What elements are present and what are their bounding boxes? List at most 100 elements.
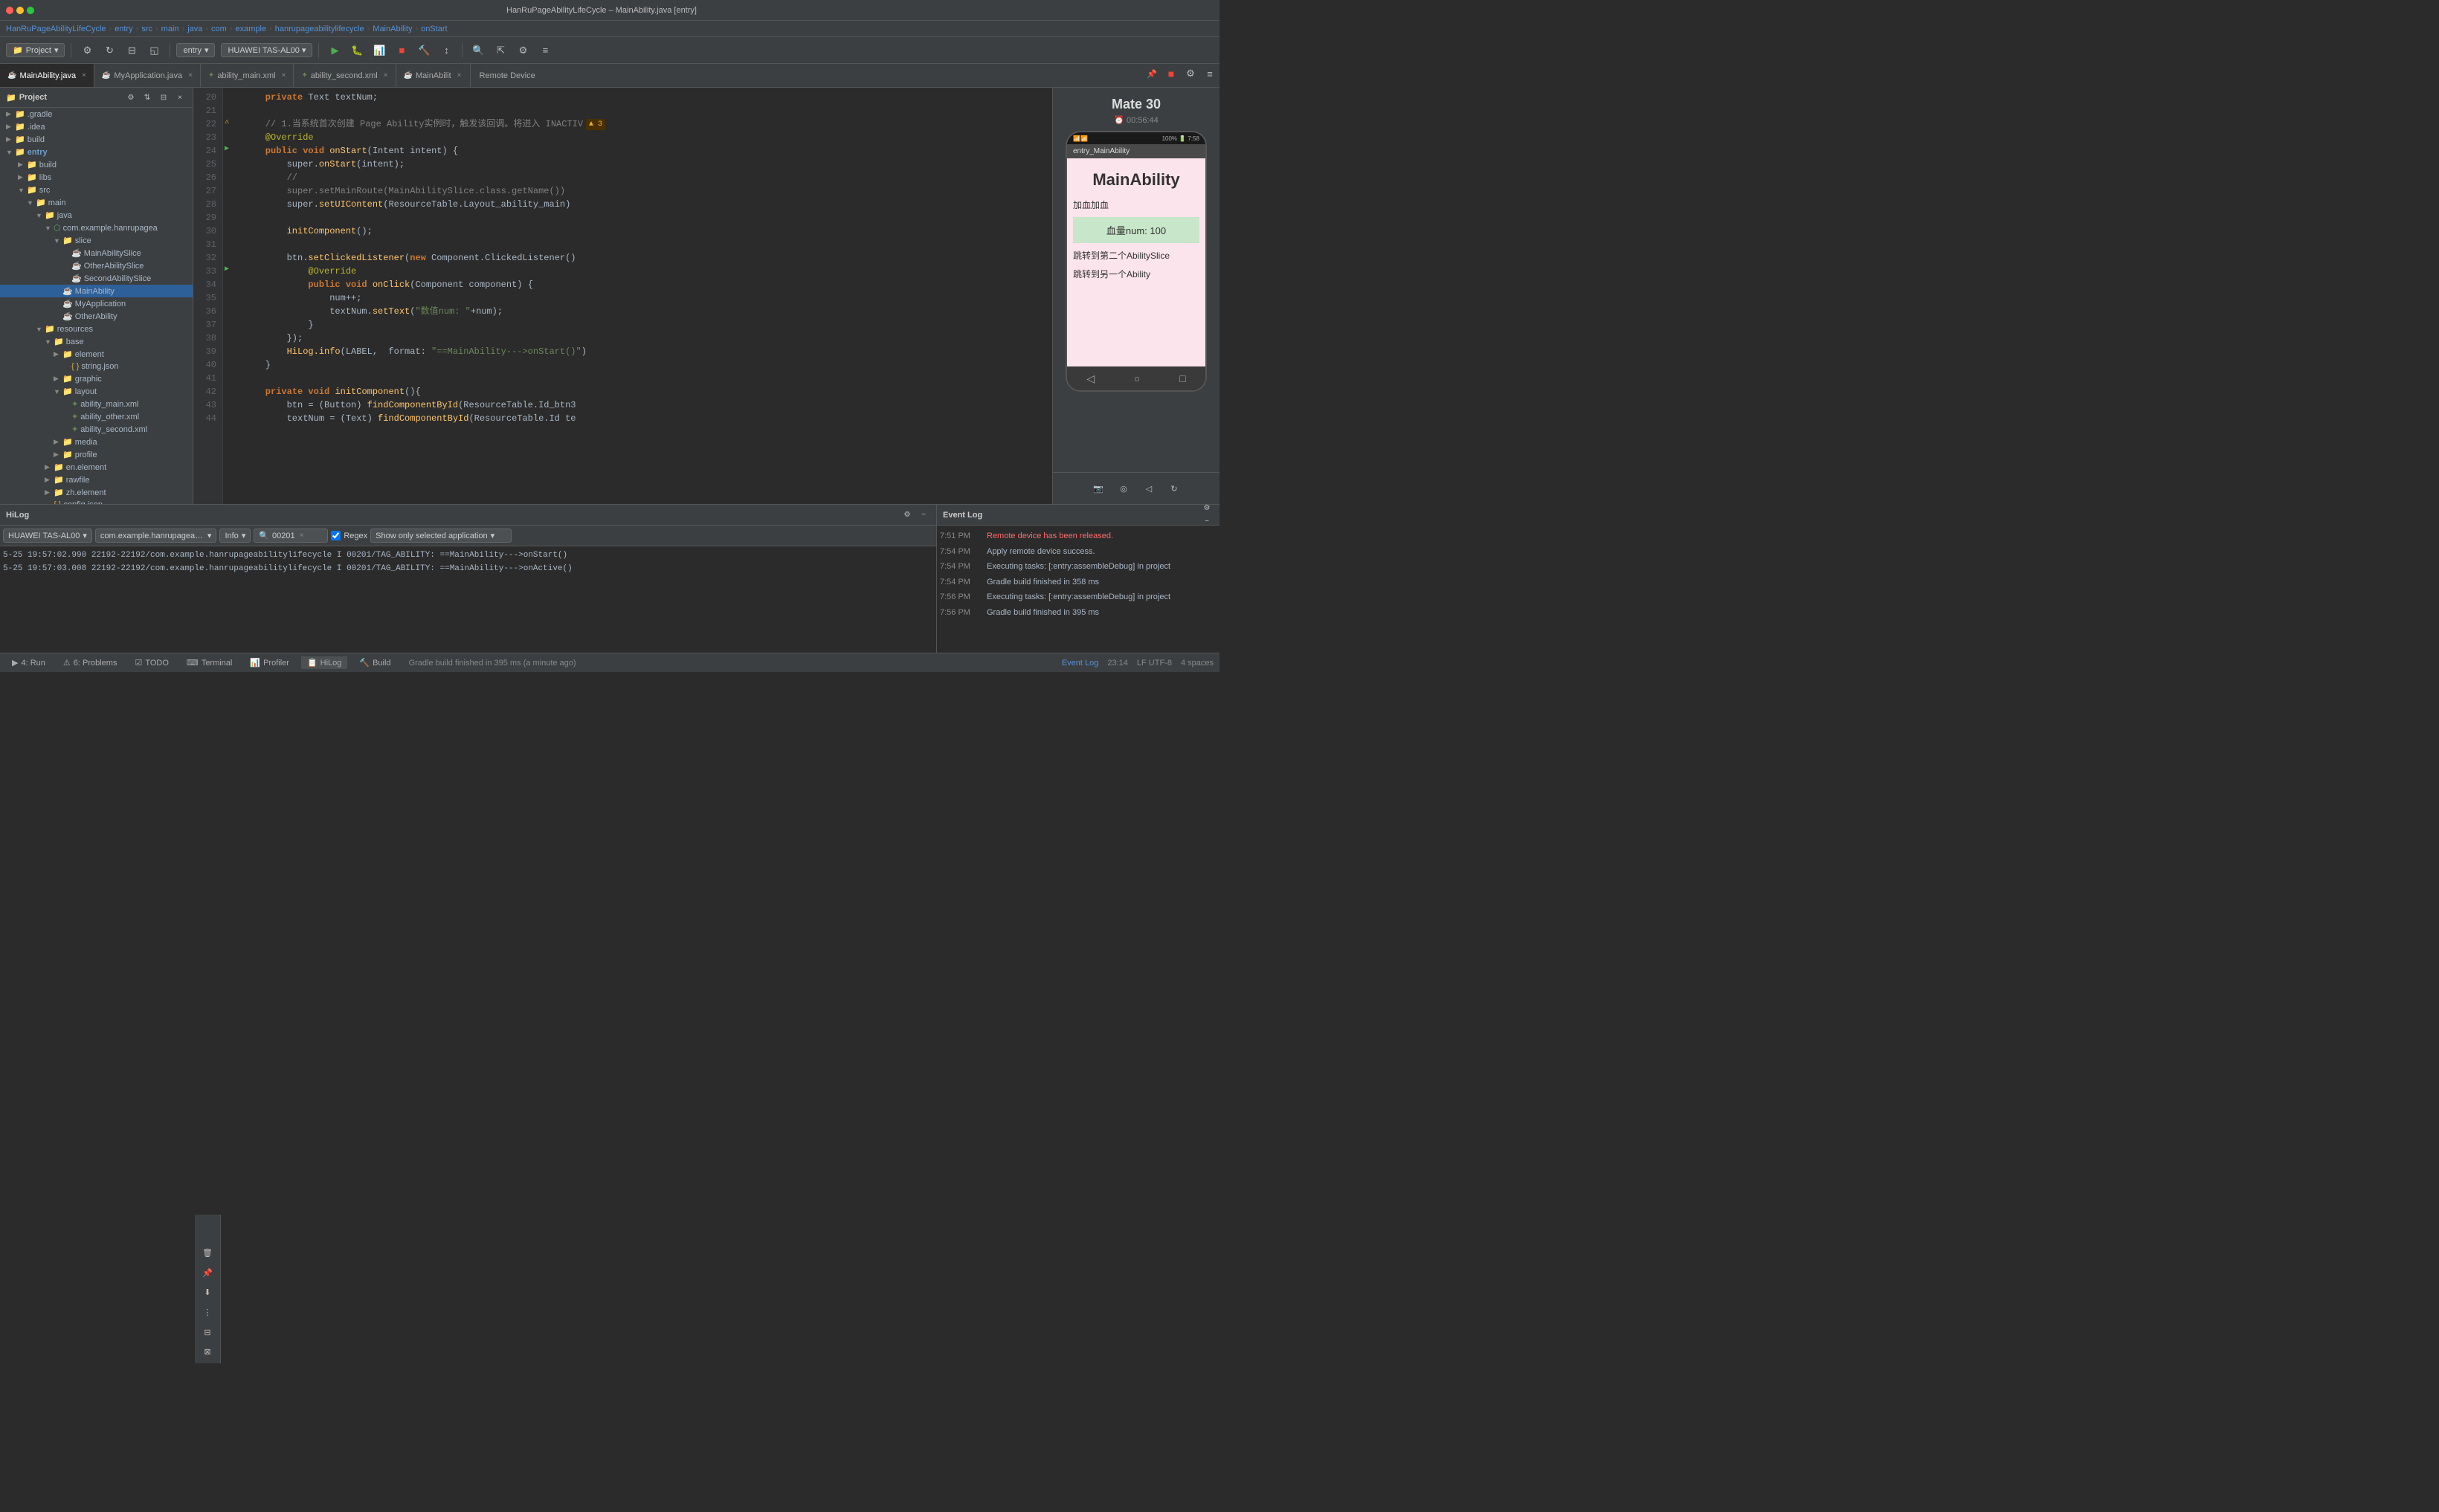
hilog-search-box[interactable]: 🔍 00201 × [254,529,328,543]
sidebar-close-button[interactable]: × [173,91,187,104]
maximize-button[interactable] [27,7,34,14]
tree-item-rawfile[interactable]: ▶ 📁 rawfile [0,474,193,486]
statusbar-event-log[interactable]: Event Log [1062,659,1099,668]
sidebar-collapse-button[interactable]: ⊟ [157,91,170,104]
tab-mainabilit[interactable]: ☕ MainAbilit × [396,64,471,87]
close-button[interactable] [6,7,13,14]
tab-ability-second-xml[interactable]: ✦ ability_second.xml × [294,64,396,87]
event-log-content[interactable]: 7:51 PM Remote device has been released.… [937,526,1220,653]
tree-item-idea[interactable]: ▶ 📁 .idea [0,120,193,133]
hilog-package-select[interactable]: com.example.hanrupageabilitylifecycli ▾ [95,529,217,543]
tree-item-slice[interactable]: ▼ 📁 slice [0,234,193,247]
hilog-wrap-button[interactable]: ⊠ [198,1343,217,1360]
tab-myapplication-java[interactable]: ☕ MyApplication.java × [94,64,201,87]
run-button[interactable]: ▶ [325,41,344,60]
breadcrumb-item[interactable]: main [161,25,179,33]
statusbar-terminal-tab[interactable]: ⌨ Terminal [181,656,238,669]
statusbar-profiler-tab[interactable]: 📊 Profiler [244,656,295,669]
tree-item-otherabilityslice[interactable]: ☕ OtherAbilitySlice [0,259,193,272]
pin-tab-button[interactable]: 📌 [1142,64,1161,83]
tree-item-main[interactable]: ▼ 📁 main [0,196,193,209]
more-tabs-button[interactable]: ≡ [1200,64,1220,83]
hilog-format-button[interactable]: ⊟ [198,1324,217,1341]
settings-tab-button[interactable]: ⚙ [1181,64,1200,83]
breadcrumb-item[interactable]: example [236,25,267,33]
tab-remote-device[interactable]: Remote Device [471,64,544,87]
breadcrumb-item[interactable]: java [187,25,202,33]
config-button[interactable]: ⚙ [513,41,532,60]
entry-selector[interactable]: entry ▾ [176,43,215,57]
device-selector[interactable]: HUAWEI TAS-AL00 ▾ [221,43,312,57]
more-button[interactable]: ≡ [535,41,555,60]
breadcrumb-item[interactable]: com [211,25,227,33]
statusbar-hilog-tab[interactable]: 📋 HiLog [301,656,347,669]
search-files-button[interactable]: 🔍 [468,41,488,60]
tree-item-zh-element[interactable]: ▶ 📁 zh.element [0,486,193,499]
project-selector[interactable]: 📁 Project ▾ [6,43,65,57]
sync-button[interactable]: ↻ [100,41,119,60]
statusbar-build-tab[interactable]: 🔨 Build [353,656,396,669]
tree-item-otherability[interactable]: ☕ OtherAbility [0,310,193,323]
settings-button[interactable]: ⊟ [122,41,141,60]
tree-item-base[interactable]: ▼ 📁 base [0,335,193,348]
tree-item-mainability[interactable]: ☕ MainAbility [0,285,193,297]
sync-project-button[interactable]: ↕ [436,41,456,60]
breadcrumb-item[interactable]: src [141,25,152,33]
tree-item-package[interactable]: ▼ ⬡ com.example.hanrupagea [0,222,193,234]
tree-item-string-json[interactable]: { } string.json [0,361,193,372]
debug-button[interactable]: 🐛 [347,41,367,60]
tree-item-myapplication[interactable]: ☕ MyApplication [0,297,193,310]
tab-close-icon[interactable]: × [282,71,286,80]
tree-item-build[interactable]: ▶ 📁 build [0,158,193,171]
tree-item-config-json[interactable]: { } config.json [0,499,193,504]
phone-back-button[interactable]: ◁ [1086,372,1095,385]
code-content[interactable]: 20 21 22 23 24 25 26 27 28 29 30 31 32 3… [193,88,1052,504]
device-screenshot-button[interactable]: 📷 [1089,479,1108,498]
profile-button[interactable]: 📊 [370,41,389,60]
statusbar-problems-tab[interactable]: ⚠ 6: Problems [57,656,123,669]
expand-button[interactable]: ⇱ [491,41,510,60]
tab-close-icon[interactable]: × [457,71,462,80]
hilog-regex-checkbox[interactable] [331,531,341,540]
device-target-button[interactable]: ◎ [1114,479,1133,498]
statusbar-run-tab[interactable]: ▶ 4: Run [6,656,51,669]
tree-item-en-element[interactable]: ▶ 📁 en.element [0,461,193,474]
hilog-content[interactable]: 5-25 19:57:02.990 22192-22192/com.exampl… [0,546,936,653]
hilog-pin-button[interactable]: 📌 [198,1264,217,1282]
tree-item-media[interactable]: ▶ 📁 media [0,436,193,448]
hilog-device-select[interactable]: HUAWEI TAS-AL00 ▾ [3,529,92,543]
hilog-clear-button[interactable]: 🗑 [198,1244,217,1261]
tree-item-ability-second-xml[interactable]: ✦ ability_second.xml [0,423,193,436]
hilog-scroll-button[interactable]: ⬇ [198,1284,217,1301]
hilog-settings-button[interactable]: ⚙ [900,508,914,522]
tab-ability-main-xml[interactable]: ✦ ability_main.xml × [201,64,294,87]
tree-item-libs[interactable]: ▶ 📁 libs [0,171,193,184]
tab-mainability-java[interactable]: ☕ MainAbility.java × [0,64,94,87]
minimize-button[interactable] [16,7,24,14]
tree-item-src[interactable]: ▼ 📁 src [0,184,193,196]
tree-item-java[interactable]: ▼ 📁 java [0,209,193,222]
tree-item-secondabilityslice[interactable]: ☕ SecondAbilitySlice [0,272,193,285]
tree-item-ability-other-xml[interactable]: ✦ ability_other.xml [0,410,193,423]
breadcrumb-item[interactable]: entry [115,25,132,33]
search-clear-button[interactable]: × [298,532,306,540]
tree-item-profile[interactable]: ▶ 📁 profile [0,448,193,461]
breadcrumb-item[interactable]: HanRuPageAbilityLifeCycle [6,25,106,33]
tree-item-entry[interactable]: ▼ 📁 entry [0,146,193,158]
device-rotate-button[interactable]: ↻ [1164,479,1184,498]
search-button[interactable]: ◱ [144,41,164,60]
tree-item-ability-main-xml[interactable]: ✦ ability_main.xml [0,398,193,410]
hilog-filter-button[interactable]: ⋮ [198,1304,217,1321]
sidebar-settings-button[interactable]: ⚙ [124,91,138,104]
breadcrumb-item[interactable]: onStart [421,25,447,33]
breadcrumb-item[interactable]: MainAbility [373,25,412,33]
breadcrumb-item[interactable]: hanrupageabilitylifecycle [275,25,364,33]
tab-close-icon[interactable]: × [82,71,86,80]
tree-item-mainabilityslice[interactable]: ☕ MainAbilitySlice [0,247,193,259]
sidebar-sort-button[interactable]: ⇅ [141,91,154,104]
hilog-show-selected[interactable]: Show only selected application ▾ [370,529,512,543]
close-tab-button[interactable]: ■ [1161,64,1181,83]
tree-item-graphic[interactable]: ▶ 📁 graphic [0,372,193,385]
stop-button[interactable]: ■ [392,41,411,60]
phone-home-button[interactable]: ○ [1134,372,1140,384]
